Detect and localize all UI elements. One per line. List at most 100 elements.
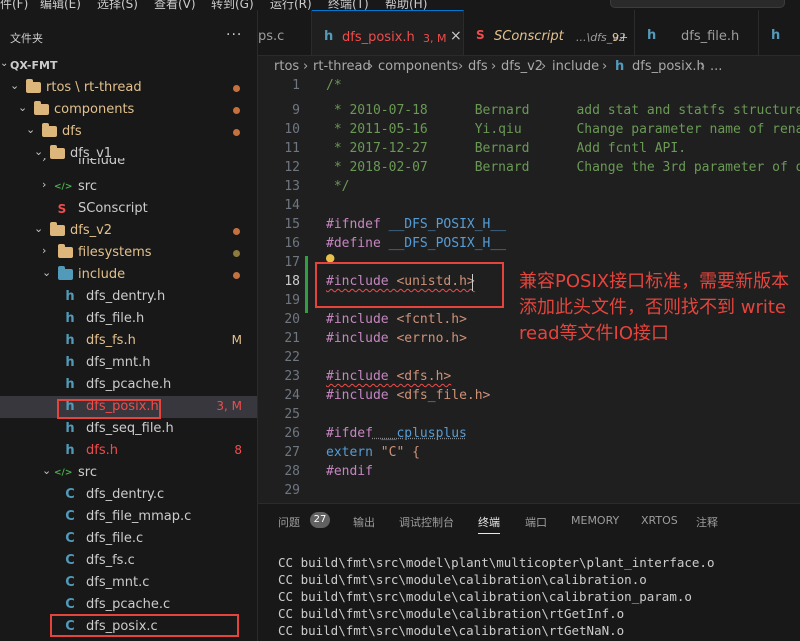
code-keyword: #include [326,388,389,403]
tree-file-sconscript[interactable]: S SConscript [0,198,257,220]
breadcrumb-item[interactable]: ... [710,59,722,74]
tree-folder-include-v2[interactable]: ⌄ include [0,264,257,286]
tree-file-dfs-h[interactable]: h dfs.h 8 [0,440,257,462]
tree-folder-filesystems[interactable]: › filesystems [0,242,257,264]
breadcrumb-item[interactable]: include [552,59,599,74]
tree-folder-rtos-rtthread[interactable]: ⌄ rtos \ rt-thread [0,77,257,99]
modified-dot-icon [233,228,240,235]
menu-goto[interactable]: 转到(G) [211,0,254,10]
code-line: 26 #ifdef __cplusplus [258,426,800,445]
line-number: 25 [284,407,300,422]
code-text: <errno.h> [388,331,467,346]
tree-file-dfs-fs-h[interactable]: h dfs_fs.h M [0,330,257,352]
code-text: <dfs.h> [388,369,452,384]
tree-file-dfs-file-mmap-c[interactable]: C dfs_file_mmap.c [0,506,257,528]
menu-run[interactable]: 运行(R) [270,0,312,10]
line-number: 28 [284,464,300,479]
tree-file-dfs-pcache-c[interactable]: C dfs_pcache.c [0,594,257,616]
folder-icon [26,79,41,93]
menu-file[interactable]: 件(F) [0,0,28,10]
src-folder-icon: </> [54,468,73,478]
tree-file-dfs-dentry-c[interactable]: C dfs_dentry.c [0,484,257,506]
tree-label: dfs_mnt.c [86,575,150,590]
breadcrumb-item[interactable]: dfs_v2 [501,59,543,74]
tree-folder-include-v1[interactable]: › include [0,158,257,170]
code-keyword: #define [326,236,381,251]
tree-file-dfs-fs-c[interactable]: C dfs_fs.c [0,550,257,572]
terminal-line: CC build\fmt\src\model\plant\multicopter… [278,555,715,570]
code-line: 1 /* [258,78,800,97]
tab-label: SConscript [494,29,564,44]
tree-folder-dfs-v2[interactable]: ⌄ dfs_v2 [0,220,257,242]
folder-icon [42,123,57,137]
line-number: 22 [284,350,300,365]
code-line: 25 [258,407,800,426]
chevron-right-icon: › [42,158,47,165]
tab-dfs-file-h[interactable]: h dfs_file.h [635,10,759,55]
code-line: 22 [258,350,800,369]
tree-folder-src-v2[interactable]: ⌄ </> src [0,462,257,484]
tree-file-dfs-file-h[interactable]: h dfs_file.h [0,308,257,330]
chevron-down-icon: ⌄ [10,79,20,92]
workspace-header[interactable]: ⌄ QX-FMT [0,56,257,76]
tree-file-dfs-mnt-c[interactable]: C dfs_mnt.c [0,572,257,594]
c-file-icon: C [65,597,75,612]
tab-terminal[interactable]: 终端 [478,514,500,534]
menu-view[interactable]: 查看(V) [154,0,196,10]
editor-tabs: ps.c h dfs_posix.h 3, M × S SConscript .… [258,10,800,56]
tab-dfs-posix-h[interactable]: h dfs_posix.h 3, M × [312,10,464,55]
code-line: 15 #ifndef __DFS_POSIX_H__ [258,217,800,236]
line-number: 27 [284,445,300,460]
tab-overflow[interactable]: h [759,10,800,55]
tab-problems[interactable]: 问题 [278,514,300,530]
tab-comments[interactable]: 注释 [696,514,718,530]
menu-selection[interactable]: 选择(S) [97,0,138,10]
c-file-icon: C [65,509,75,524]
tree-folder-src-v1[interactable]: › </> src [0,176,257,198]
tree-folder-dfs[interactable]: ⌄ dfs [0,121,257,143]
tree-file-dfs-seq-file-h[interactable]: h dfs_seq_file.h [0,418,257,440]
breadcrumb-item[interactable]: dfs_posix.h [632,59,705,74]
code-keyword: #ifndef [326,217,381,232]
tab-output[interactable]: 输出 [353,514,375,530]
tab-sconscript[interactable]: S SConscript ...\dfs_v2 9+ [464,10,635,55]
h-file-icon: h [65,421,75,436]
close-icon[interactable]: × [450,28,462,44]
tree-file-dfs-file-c[interactable]: C dfs_file.c [0,528,257,550]
tab-xrtos[interactable]: XRTOS [641,514,678,527]
explorer-title: 文件夹 [10,32,43,45]
tree-file-dfs-pcache-h[interactable]: h dfs_pcache.h [0,374,257,396]
modified-dot-icon [233,272,240,279]
menu-help[interactable]: 帮助(H) [385,0,427,10]
line-number: 29 [284,483,300,498]
more-actions-icon[interactable]: ··· [226,27,242,43]
sconscript-icon: S [476,28,485,42]
chevron-down-icon: ⌄ [26,123,36,136]
menu-edit[interactable]: 编辑(E) [40,0,81,10]
tab-memory[interactable]: MEMORY [571,514,619,527]
tab-ports[interactable]: 端口 [525,514,547,530]
c-file-icon: C [65,487,75,502]
tab-debug-console[interactable]: 调试控制台 [399,514,454,530]
h-file-icon: h [647,28,657,43]
folder-icon [34,101,49,115]
breadcrumb-item[interactable]: dfs [468,59,488,74]
breadcrumb-item[interactable]: rt-thread [313,59,371,74]
line-number: 15 [284,217,300,232]
breadcrumb-item[interactable]: components [378,59,458,74]
tab-ps-c[interactable]: ps.c [258,10,312,55]
tree-file-dfs-mnt-h[interactable]: h dfs_mnt.h [0,352,257,374]
workspace-name: QX-FMT [10,59,58,72]
h-file-icon: h [65,311,75,326]
breadcrumb-item[interactable]: rtos [274,59,299,74]
menu-terminal[interactable]: 终端(T) [328,0,369,10]
tree-file-dfs-dentry-h[interactable]: h dfs_dentry.h [0,286,257,308]
line-number: 18 [284,274,300,289]
tree-folder-components[interactable]: ⌄ components [0,99,257,121]
tab-label: ps.c [258,29,285,44]
tree-label: dfs_file.c [86,531,144,546]
line-number: 16 [284,236,300,251]
tree-label: src [78,465,97,480]
command-center-search[interactable] [610,0,785,8]
tree-label: SConscript [78,201,148,216]
